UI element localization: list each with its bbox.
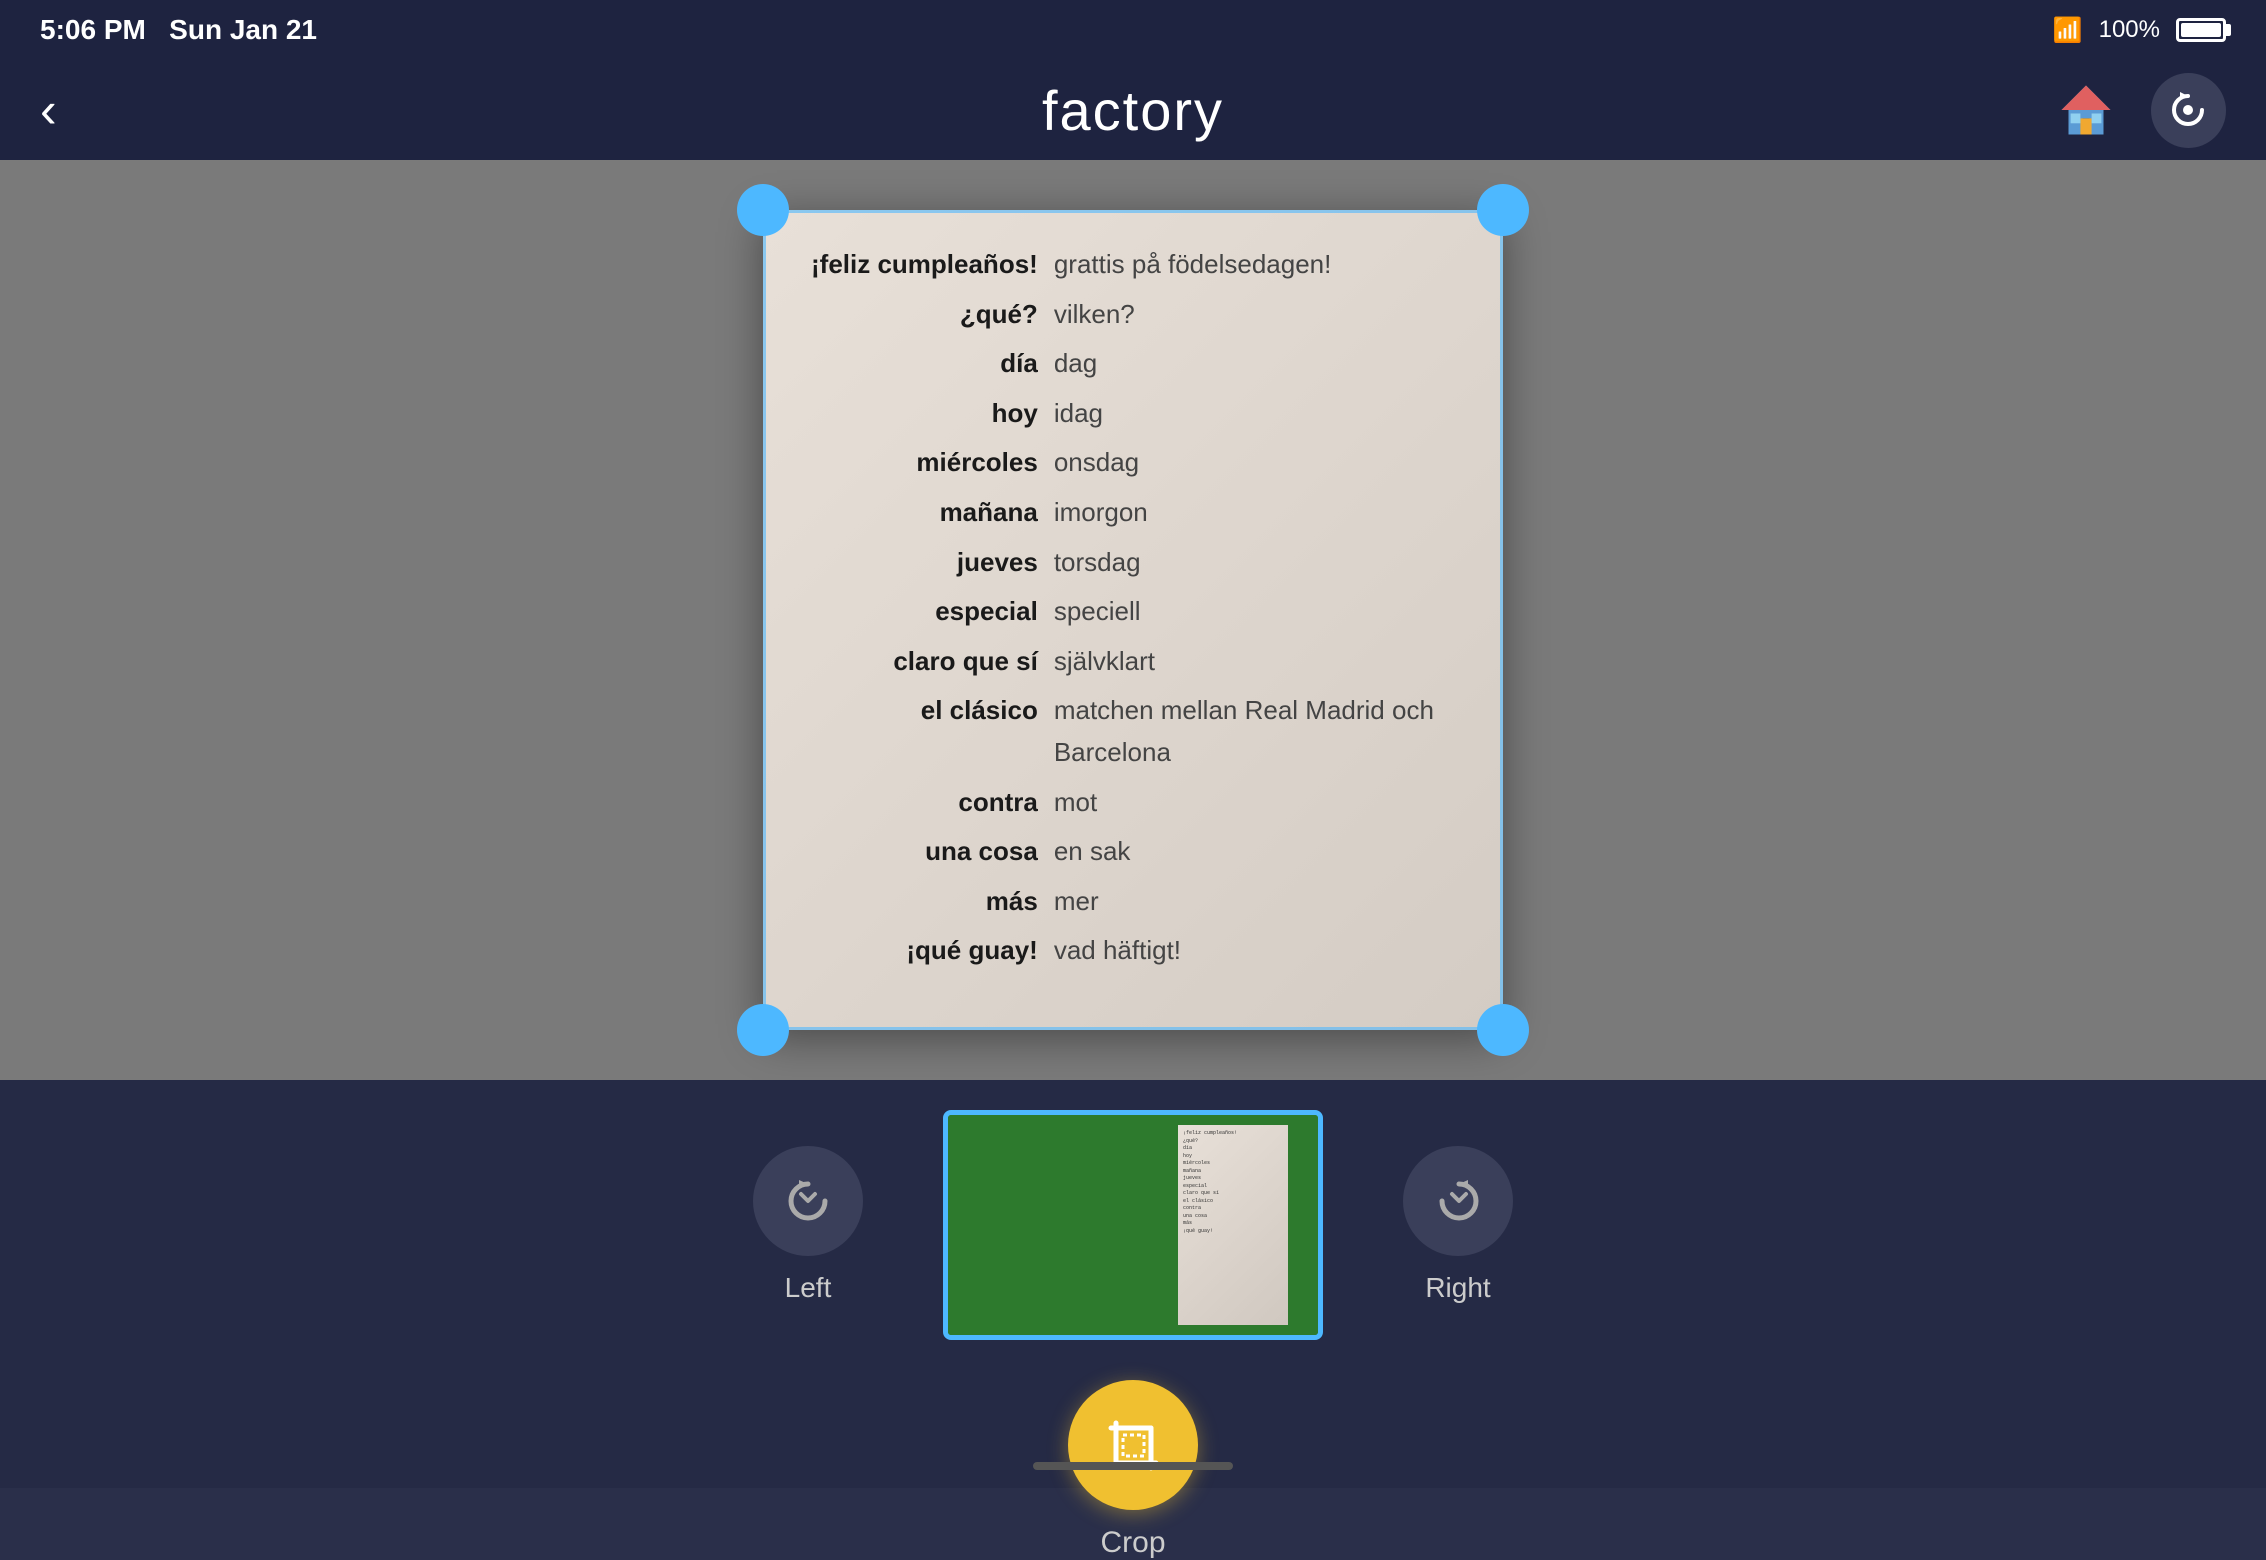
- vocab-swedish-cell: självklart: [1046, 637, 1463, 687]
- vocab-swedish-cell: imorgon: [1046, 488, 1463, 538]
- vocab-swedish-cell: speciell: [1046, 587, 1463, 637]
- time-display: 5:06 PM: [40, 14, 146, 45]
- vocab-spanish-cell: hoy: [803, 389, 1046, 439]
- vocab-row: claro que sísjälvklart: [803, 637, 1463, 687]
- rotate-left-label: Left: [785, 1272, 832, 1304]
- vocab-swedish-cell: dag: [1046, 339, 1463, 389]
- vocab-spanish-cell: especial: [803, 587, 1046, 637]
- crop-label: Crop: [1100, 1526, 1165, 1560]
- vocab-spanish-cell: ¡qué guay!: [803, 926, 1046, 976]
- rotate-left-icon: [781, 1174, 836, 1229]
- header-icons: [2051, 73, 2226, 148]
- scroll-indicator: [1033, 1462, 1233, 1470]
- tool-row: Left ¡feliz cumpleaños! ¿qué? día hoy mi…: [753, 1110, 1513, 1340]
- vocab-row: másmer: [803, 877, 1463, 927]
- vocab-row: mañanaimorgon: [803, 488, 1463, 538]
- vocab-row: especialspeciell: [803, 587, 1463, 637]
- vocab-spanish-cell: claro que sí: [803, 637, 1046, 687]
- rotate-right-circle: [1403, 1146, 1513, 1256]
- rotate-right-button[interactable]: Right: [1403, 1146, 1513, 1304]
- thumbnail-page: ¡feliz cumpleaños! ¿qué? día hoy miércol…: [1178, 1125, 1288, 1325]
- rotate-left-circle: [753, 1146, 863, 1256]
- vocab-swedish-cell: onsdag: [1046, 438, 1463, 488]
- battery-icon: [2176, 18, 2226, 42]
- vocab-swedish-cell: vilken?: [1046, 290, 1463, 340]
- vocab-spanish-cell: día: [803, 339, 1046, 389]
- vocab-row: ¿qué?vilken?: [803, 290, 1463, 340]
- vocab-row: ¡qué guay!vad häftigt!: [803, 926, 1463, 976]
- document-card: ¡feliz cumpleaños!grattis på födelsedage…: [763, 210, 1503, 1030]
- vocab-row: hoyidag: [803, 389, 1463, 439]
- vocab-swedish-cell: mot: [1046, 778, 1463, 828]
- rotate-right-icon: [1431, 1174, 1486, 1229]
- vocab-spanish-cell: jueves: [803, 538, 1046, 588]
- vocab-table: ¡feliz cumpleaños!grattis på födelsedage…: [803, 240, 1463, 976]
- rotate-right-label: Right: [1425, 1272, 1490, 1304]
- vocab-row: miércolesonsdag: [803, 438, 1463, 488]
- battery-percent: 100%: [2099, 16, 2160, 44]
- vocab-row: una cosaen sak: [803, 827, 1463, 877]
- crop-handle-top-right[interactable]: [1477, 184, 1529, 236]
- vocab-row: díadag: [803, 339, 1463, 389]
- vocab-spanish-cell: más: [803, 877, 1046, 927]
- vocab-swedish-cell: idag: [1046, 389, 1463, 439]
- crop-icon: [1068, 1380, 1198, 1510]
- crop-handle-bottom-left[interactable]: [737, 1004, 789, 1056]
- crop-handle-top-left[interactable]: [737, 184, 789, 236]
- reset-svg: [2166, 88, 2211, 133]
- status-time: 5:06 PM Sun Jan 21: [40, 14, 317, 46]
- vocab-row: juevestorsdag: [803, 538, 1463, 588]
- wifi-icon: 📶: [2053, 16, 2083, 45]
- header: ‹ factory: [0, 60, 2266, 160]
- status-right-group: 📶 100%: [2053, 16, 2226, 45]
- vocab-swedish-cell: matchen mellan Real Madrid och Barcelona: [1046, 686, 1463, 777]
- bottom-toolbar: Left ¡feliz cumpleaños! ¿qué? día hoy mi…: [0, 1080, 2266, 1488]
- home-icon[interactable]: [2051, 75, 2121, 145]
- vocab-row: ¡feliz cumpleaños!grattis på födelsedage…: [803, 240, 1463, 290]
- vocab-swedish-cell: grattis på födelsedagen!: [1046, 240, 1463, 290]
- vocab-spanish-cell: mañana: [803, 488, 1046, 538]
- page-title: factory: [1042, 78, 1224, 143]
- vocab-spanish-cell: una cosa: [803, 827, 1046, 877]
- vocab-swedish-cell: mer: [1046, 877, 1463, 927]
- back-button[interactable]: ‹: [40, 85, 57, 135]
- rotate-left-button[interactable]: Left: [753, 1146, 863, 1304]
- document-content: ¡feliz cumpleaños!grattis på födelsedage…: [763, 210, 1503, 1030]
- crop-handle-bottom-right[interactable]: [1477, 1004, 1529, 1056]
- vocab-spanish-cell: ¿qué?: [803, 290, 1046, 340]
- vocab-spanish-cell: miércoles: [803, 438, 1046, 488]
- status-bar: 5:06 PM Sun Jan 21 📶 100%: [0, 0, 2266, 60]
- vocab-spanish-cell: el clásico: [803, 686, 1046, 777]
- vocab-swedish-cell: torsdag: [1046, 538, 1463, 588]
- date-display: Sun Jan 21: [169, 14, 317, 45]
- thumbnail-preview[interactable]: ¡feliz cumpleaños! ¿qué? día hoy miércol…: [943, 1110, 1323, 1340]
- vocab-row: contramot: [803, 778, 1463, 828]
- vocab-spanish-cell: contra: [803, 778, 1046, 828]
- document-view-area: ¡feliz cumpleaños!grattis på födelsedage…: [0, 160, 2266, 1080]
- crop-button[interactable]: Crop: [1068, 1380, 1198, 1560]
- reset-icon[interactable]: [2151, 73, 2226, 148]
- vocab-row: el clásicomatchen mellan Real Madrid och…: [803, 686, 1463, 777]
- vocab-swedish-cell: vad häftigt!: [1046, 926, 1463, 976]
- vocab-swedish-cell: en sak: [1046, 827, 1463, 877]
- vocab-spanish-cell: ¡feliz cumpleaños!: [803, 240, 1046, 290]
